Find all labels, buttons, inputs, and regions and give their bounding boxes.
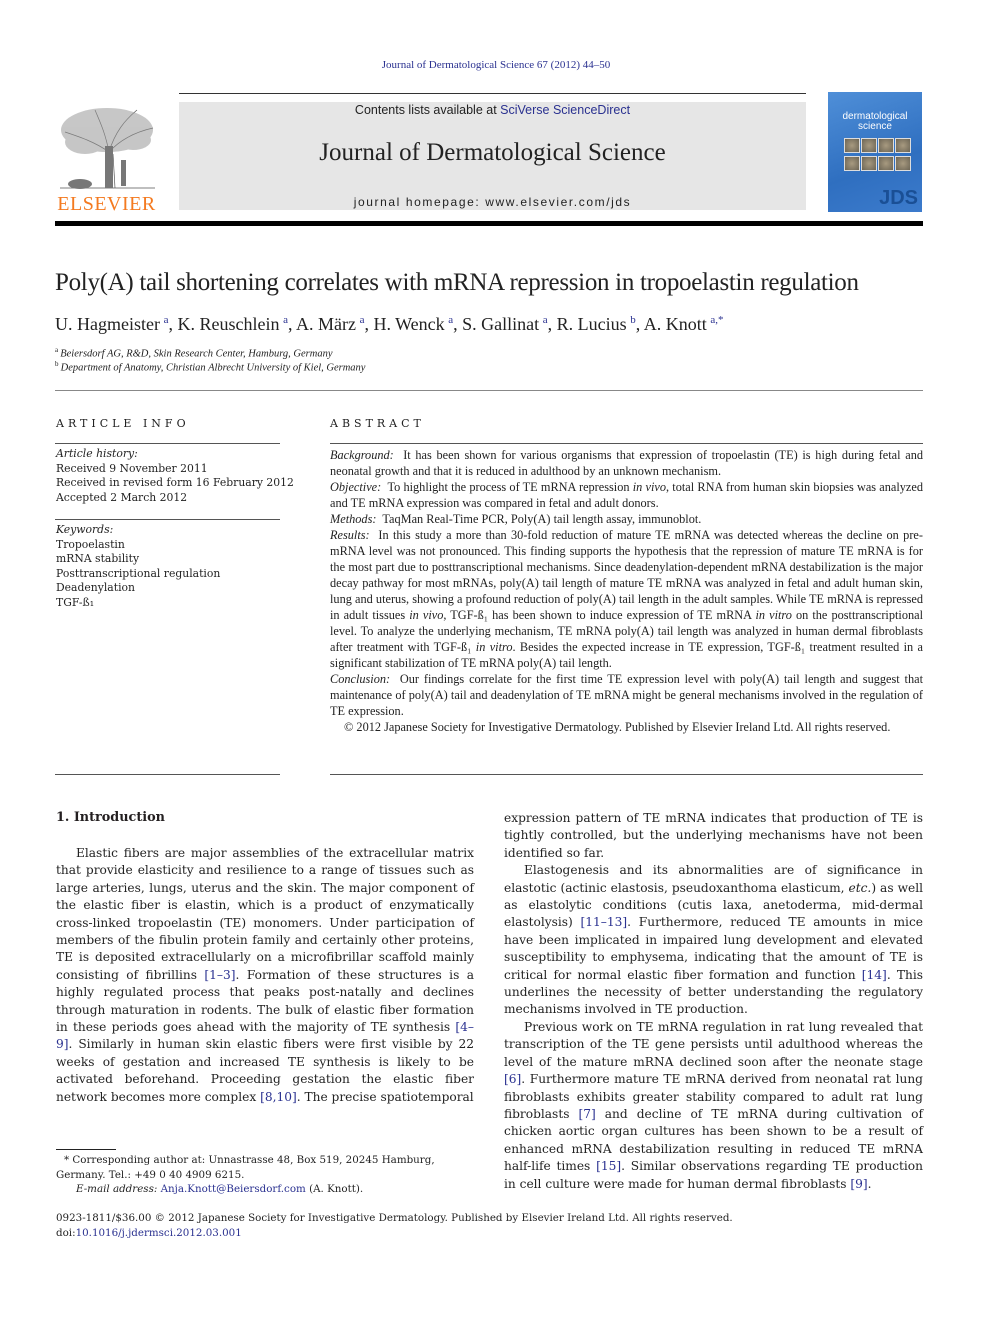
article-history: Article history: Received 9 November 201… — [56, 447, 294, 505]
issn-line: 0923-1811/$36.00 © 2012 Japanese Society… — [56, 1212, 733, 1224]
paragraph: expression pattern of TE mRNA indicates … — [504, 811, 923, 860]
cover-tile — [878, 138, 894, 153]
abstract-results: Results: In this study a more than 30-fo… — [330, 528, 923, 670]
history-label: Article history: — [56, 447, 138, 460]
footnote-rule — [56, 1149, 116, 1150]
email-link[interactable]: Anja.Knott@Beiersdorf.com — [161, 1183, 306, 1195]
author[interactable]: R. Lucius b — [557, 314, 636, 334]
abstract-conclusion: Conclusion: Our findings correlate for t… — [330, 672, 923, 718]
abstract-heading: ABSTRACT — [330, 417, 425, 430]
affiliation: b Department of Anatomy, Christian Albre… — [55, 360, 366, 374]
keyword: mRNA stability — [56, 552, 140, 565]
affiliation-marker[interactable]: a,* — [710, 314, 723, 326]
affiliation-marker[interactable]: a — [543, 314, 548, 326]
reference-link[interactable]: [14] — [862, 968, 887, 982]
reference-link[interactable]: [9] — [850, 1177, 867, 1191]
body-column-left: Elastic fibers are major assemblies of t… — [56, 845, 474, 1106]
affiliation-marker[interactable]: a — [448, 314, 453, 326]
reference-link[interactable]: [15] — [596, 1159, 621, 1173]
reference-link[interactable]: [11–13] — [581, 915, 628, 929]
reference-link[interactable]: [6] — [504, 1072, 521, 1086]
cover-tile — [844, 138, 860, 153]
author[interactable]: S. Gallinat a — [462, 314, 548, 334]
journal-citation[interactable]: Journal of Dermatological Science 67 (20… — [0, 59, 992, 71]
abstract-copyright: © 2012 Japanese Society for Investigativ… — [344, 720, 891, 734]
homepage-link[interactable]: www.elsevier.com/jds — [485, 195, 631, 209]
affiliation-marker[interactable]: a — [360, 314, 365, 326]
contents-prefix: Contents lists available at — [354, 103, 501, 117]
paragraph: Previous work on TE mRNA regulation in r… — [504, 1019, 924, 1191]
author[interactable]: A. Knott a,* — [644, 314, 724, 334]
section-heading: 1. Introduction — [56, 810, 165, 825]
abstract-methods: Methods: TaqMan Real-Time PCR, Poly(A) t… — [330, 512, 702, 526]
body-column-right: expression pattern of TE mRNA indicates … — [504, 810, 923, 1193]
article-info-heading: ARTICLE INFO — [56, 417, 190, 430]
divider — [55, 774, 280, 775]
abstract-body: Background: It has been shown for variou… — [330, 447, 923, 735]
cover-tile — [844, 156, 860, 171]
keywords-label: Keywords: — [56, 523, 114, 536]
header-thick-rule — [55, 221, 923, 226]
cover-tile — [878, 156, 894, 171]
cover-jds-logo: JDS — [879, 187, 918, 209]
author[interactable]: U. Hagmeister a — [55, 314, 168, 334]
affiliation-marker[interactable]: a — [164, 314, 169, 326]
sciencedirect-link[interactable]: SciVerse ScienceDirect — [500, 103, 630, 117]
corresponding-author-note: * Corresponding author at: Unnastrasse 4… — [56, 1154, 435, 1181]
author-list: U. Hagmeister a, K. Reuschlein a, A. Mär… — [55, 314, 724, 334]
reference-link[interactable]: [7] — [579, 1107, 596, 1121]
divider — [55, 443, 280, 444]
abstract-objective: Objective: To highlight the process of T… — [330, 480, 923, 510]
paragraph: Elastic fibers are major assemblies of t… — [56, 846, 475, 1104]
history-item: Accepted 2 March 2012 — [56, 490, 188, 504]
journal-cover-image[interactable]: dermatological science JDS — [828, 92, 922, 212]
cover-tile — [895, 156, 911, 171]
affiliation: a Beiersdorf AG, R&D, Skin Research Cent… — [55, 346, 333, 360]
keyword: Deadenylation — [56, 581, 135, 594]
cover-tile — [861, 138, 877, 153]
keyword: Tropoelastin — [56, 537, 125, 551]
journal-homepage: journal homepage: www.elsevier.com/jds — [179, 195, 806, 209]
affiliation-marker[interactable]: a — [283, 314, 288, 326]
reference-link[interactable]: [1–3] — [204, 968, 235, 982]
paragraph: Elastogenesis and its abnormalities are … — [504, 863, 924, 1017]
contents-line: Contents lists available at SciVerse Sci… — [179, 103, 806, 117]
doi-link[interactable]: 10.1016/j.jdermsci.2012.03.001 — [76, 1227, 242, 1239]
keyword: Posttranscriptional regulation — [56, 566, 221, 580]
article-title: Poly(A) tail shortening correlates with … — [55, 269, 859, 296]
affiliation-marker[interactable]: b — [630, 314, 636, 326]
email-note: E-mail address: Anja.Knott@Beiersdorf.co… — [76, 1183, 364, 1195]
cover-tile — [895, 138, 911, 153]
header-rule — [179, 93, 806, 94]
journal-name: Journal of Dermatological Science — [319, 139, 666, 166]
cover-title: dermatological science — [828, 112, 922, 132]
divider — [330, 443, 923, 444]
doi-line: doi:10.1016/j.jdermsci.2012.03.001 — [56, 1226, 242, 1239]
divider — [55, 390, 923, 391]
history-item: Received in revised form 16 February 201… — [56, 476, 294, 489]
homepage-prefix: journal homepage: — [353, 195, 486, 209]
divider — [330, 774, 923, 775]
publication-info: 0923-1811/$36.00 © 2012 Japanese Society… — [56, 1211, 936, 1240]
author[interactable]: K. Reuschlein a — [177, 314, 287, 334]
elsevier-logo-text: ELSEVIER — [57, 193, 156, 215]
footnote: * Corresponding author at: Unnastrasse 4… — [56, 1153, 476, 1197]
cover-image-grid — [844, 138, 911, 171]
abstract-background: Background: It has been shown for variou… — [330, 448, 924, 478]
keyword: TGF-ß₁ — [56, 595, 95, 609]
history-item: Received 9 November 2011 — [56, 461, 208, 475]
reference-link[interactable]: [8,10] — [260, 1090, 297, 1104]
divider — [55, 519, 280, 520]
author[interactable]: H. Wenck a — [373, 314, 453, 334]
keywords: Keywords: Tropoelastin mRNA stability Po… — [56, 523, 220, 610]
author[interactable]: A. März a — [296, 314, 364, 334]
cover-tile — [861, 156, 877, 171]
cover-title-line2: science — [858, 121, 892, 132]
